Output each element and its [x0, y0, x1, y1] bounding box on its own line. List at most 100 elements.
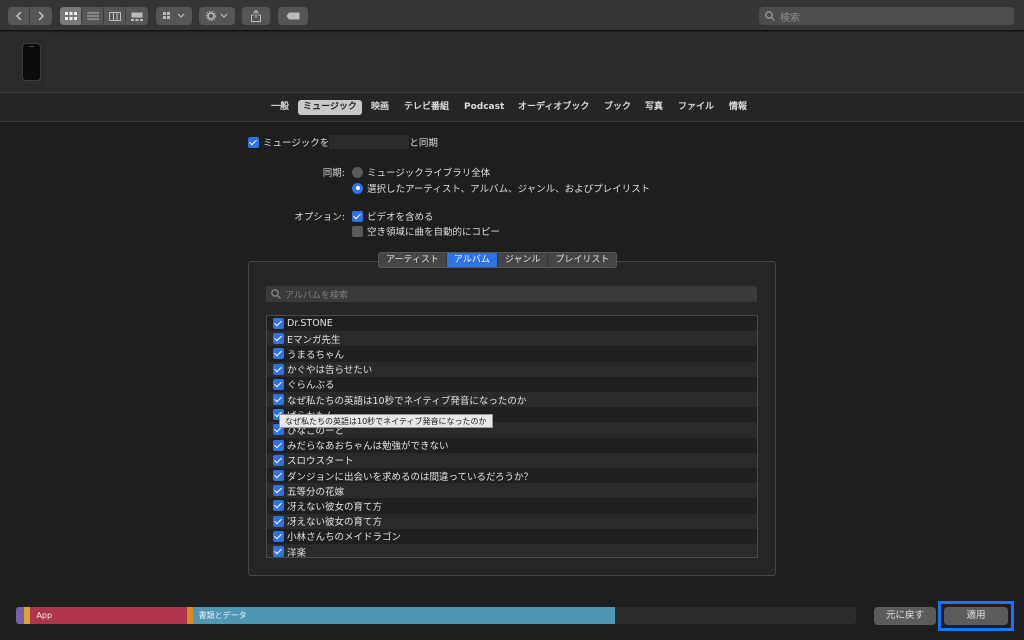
album-checkbox[interactable]: [273, 363, 284, 375]
sync-selected-label: 選択したアーティスト、アルバム、ジャンル、およびプレイリスト: [367, 184, 651, 195]
album-title: 五等分の花嫁: [287, 486, 345, 498]
device-name-field-redacted: [329, 135, 410, 149]
toolbar: 検索: [0, 0, 1024, 31]
album-checkbox[interactable]: [273, 470, 284, 482]
list-item[interactable]: みだらなあおちゃんは勉強ができない: [267, 438, 757, 453]
include-video-row[interactable]: ビデオを含める: [352, 209, 434, 223]
browse-by-segment: アーティスト アルバム ジャンル プレイリスト: [378, 252, 618, 268]
search-placeholder: 検索: [780, 12, 800, 24]
album-title: ぐらんぶる: [287, 380, 335, 392]
album-list[interactable]: Dr.STONE Eマンガ先生 うまるちゃん かぐやは告らせたい ぐらんぶる な…: [266, 315, 758, 558]
tab-audiobooks[interactable]: オーディオブック: [518, 100, 589, 115]
album-checkbox[interactable]: [273, 515, 284, 527]
apply-button[interactable]: 適用: [944, 607, 1008, 625]
segment-playlists[interactable]: プレイリスト: [548, 253, 616, 267]
album-title: 小林さんちのメイドラゴン: [287, 532, 402, 544]
storage-bar: App 書類とデータ: [16, 607, 856, 624]
list-item[interactable]: かぐやは告らせたい: [267, 361, 757, 377]
album-title: みだらなあおちゃんは勉強ができない: [287, 441, 449, 453]
group-icon[interactable]: [156, 7, 192, 25]
segment-genres[interactable]: ジャンル: [498, 253, 549, 267]
revert-button[interactable]: 元に戻す: [874, 607, 936, 625]
category-tabs: 一般 ミュージック 映画 テレビ番組 Podcast オーディオブック ブック …: [0, 92, 1024, 122]
list-item[interactable]: なぜ私たちの英語は10秒でネイティブ発音になったのか: [267, 392, 757, 408]
include-video-label: ビデオを含める: [367, 212, 434, 223]
sync-entire-library-radio[interactable]: [352, 166, 363, 178]
list-item[interactable]: 五等分の花嫁: [267, 483, 757, 499]
list-item[interactable]: 冴えない彼女の育て方: [267, 498, 757, 513]
album-checkbox[interactable]: [273, 546, 284, 557]
view-mode-segment: [60, 7, 148, 25]
segment-albums[interactable]: アルバム: [446, 253, 498, 267]
tab-books[interactable]: ブック: [604, 100, 631, 115]
search-field[interactable]: 検索: [759, 7, 1014, 25]
sync-music-label-prefix: ミュージックを: [263, 138, 330, 149]
sync-music-checkbox[interactable]: [248, 136, 259, 148]
storage-segment-other: [16, 607, 25, 624]
list-item[interactable]: 小林さんちのメイドラゴン: [267, 529, 757, 544]
search-icon: [271, 289, 281, 299]
storage-segment-documents: 書類とデータ: [192, 607, 616, 624]
device-header: [0, 32, 1024, 92]
list-view-icon[interactable]: [82, 7, 104, 25]
album-checkbox[interactable]: [273, 530, 284, 542]
list-item[interactable]: Eマンガ先生: [267, 331, 757, 347]
sync-entire-library-row[interactable]: ミュージックライブラリ全体: [352, 165, 490, 179]
sync-entire-library-label: ミュージックライブラリ全体: [367, 168, 491, 179]
options-label: オプション:: [294, 212, 345, 223]
album-title: 洋楽: [287, 547, 307, 558]
include-video-checkbox[interactable]: [352, 210, 363, 222]
album-search-placeholder: アルバムを検索: [285, 290, 348, 301]
list-item[interactable]: ぐらんぶる: [267, 377, 757, 392]
grid-view-icon[interactable]: [60, 7, 82, 25]
device-name-redacted: [46, 36, 400, 88]
list-item[interactable]: ダンジョンに出会いを求めるのは間違っているだろうか？: [267, 468, 757, 483]
back-icon[interactable]: [8, 7, 30, 25]
album-checkbox[interactable]: [273, 333, 284, 345]
sync-selected-radio[interactable]: [352, 182, 363, 194]
album-checkbox[interactable]: [273, 454, 284, 466]
sync-label: 同期:: [322, 168, 345, 179]
tab-tv-shows[interactable]: テレビ番組: [404, 100, 449, 115]
album-checkbox[interactable]: [273, 318, 284, 330]
album-checkbox[interactable]: [273, 394, 284, 406]
album-checkbox[interactable]: [273, 378, 284, 390]
album-checkbox[interactable]: [273, 348, 284, 360]
list-item[interactable]: Dr.STONE: [267, 316, 757, 331]
album-checkbox[interactable]: [273, 485, 284, 497]
album-title: Dr.STONE: [287, 318, 333, 330]
tab-general[interactable]: 一般: [271, 100, 289, 115]
album-title: Eマンガ先生: [287, 334, 341, 346]
autofill-checkbox[interactable]: [352, 225, 363, 237]
list-item[interactable]: うまるちゃん: [267, 346, 757, 361]
forward-icon[interactable]: [30, 7, 52, 25]
album-checkbox[interactable]: [273, 500, 284, 512]
tab-music[interactable]: ミュージック: [298, 100, 362, 115]
tab-files[interactable]: ファイル: [678, 100, 714, 115]
album-checkbox[interactable]: [273, 439, 284, 451]
list-item[interactable]: スロウスタート: [267, 452, 757, 468]
gear-icon[interactable]: [199, 7, 235, 25]
album-search-input[interactable]: アルバムを検索: [266, 286, 757, 302]
nav-buttons: [8, 7, 52, 25]
tag-icon[interactable]: [278, 7, 308, 25]
list-item[interactable]: 洋楽: [267, 544, 757, 558]
album-title: 冴えない彼女の育て方: [287, 501, 383, 513]
storage-segment-app: App: [30, 607, 187, 624]
tab-podcast[interactable]: Podcast: [464, 100, 504, 115]
album-title: スロウスタート: [287, 456, 354, 468]
share-icon[interactable]: [242, 7, 270, 25]
autofill-row[interactable]: 空き領域に曲を自動的にコピー: [352, 224, 500, 238]
column-view-icon[interactable]: [104, 7, 126, 25]
album-tooltip: なぜ私たちの英語は10秒でネイティブ発音になったのか: [279, 414, 493, 428]
album-title: うまるちゃん: [287, 349, 345, 361]
tab-photos[interactable]: 写真: [645, 100, 663, 115]
iphone-icon: [22, 43, 41, 81]
sync-selected-row[interactable]: 選択したアーティスト、アルバム、ジャンル、およびプレイリスト: [352, 181, 650, 195]
sync-music-row: ミュージックを と同期: [248, 135, 438, 149]
list-item[interactable]: 冴えない彼女の育て方: [267, 513, 757, 529]
tab-info[interactable]: 情報: [729, 100, 747, 115]
tab-movies[interactable]: 映画: [371, 100, 389, 115]
segment-artists[interactable]: アーティスト: [379, 253, 447, 267]
gallery-view-icon[interactable]: [126, 7, 148, 25]
